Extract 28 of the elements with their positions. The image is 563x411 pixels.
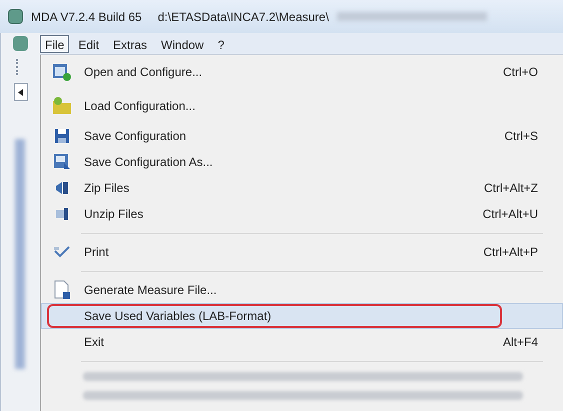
zip-icon: [54, 180, 70, 196]
menu-item[interactable]: Save Used Variables (LAB-Format): [41, 303, 563, 329]
menu-bar-item[interactable]: Extras: [108, 34, 152, 52]
menu-item[interactable]: Save Configuration Ctrl+S: [41, 123, 563, 149]
menu-item[interactable]: Save Configuration As...: [41, 149, 563, 175]
window-icon: [51, 61, 73, 83]
left-arrow-icon: [18, 88, 23, 96]
scroll-left-button[interactable]: [14, 83, 28, 101]
menu-bar-item[interactable]: Window: [156, 34, 209, 52]
window-title: MDA V7.2.4 Build 65: [31, 8, 142, 26]
menu-item[interactable]: Open and Configure... Ctrl+O: [41, 55, 563, 89]
menu-bar-item[interactable]: ?: [212, 34, 230, 52]
unzip-icon: [54, 206, 70, 222]
menu-item[interactable]: Print Ctrl+Alt+P: [41, 239, 563, 265]
document-icon: [53, 280, 71, 300]
blurred-recent-file[interactable]: [83, 372, 523, 381]
menu-bar-item[interactable]: Edit: [73, 34, 104, 52]
folder-icon: [51, 96, 73, 116]
menu-bar-item[interactable]: File: [40, 34, 70, 52]
menu-item[interactable]: Zip Files Ctrl+Alt+Z: [41, 175, 563, 201]
blurred-recent-file[interactable]: [83, 391, 523, 400]
app-icon: [8, 9, 23, 24]
menu-item[interactable]: Unzip Files Ctrl+Alt+U: [41, 201, 563, 227]
menu-item[interactable]: Exit Alt+F4: [41, 329, 563, 355]
menu-item[interactable]: Generate Measure File...: [41, 277, 563, 303]
window-path: d:\ETASData\INCA7.2\Measure\: [158, 8, 329, 26]
app-icon: [13, 36, 28, 51]
menu-item[interactable]: Load Configuration...: [41, 89, 563, 123]
